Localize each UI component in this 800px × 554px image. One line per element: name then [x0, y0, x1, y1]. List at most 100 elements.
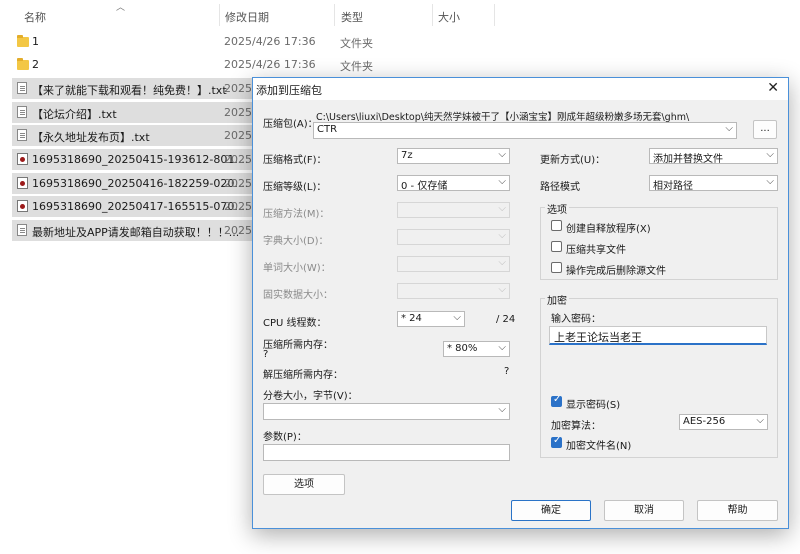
- update-mode-label: 更新方式(U)：: [540, 155, 606, 166]
- delete-after-checkbox[interactable]: [551, 262, 562, 273]
- encrypt-names-label: 加密文件名(N): [566, 441, 632, 452]
- volume-size-label: 分卷大小，字节(V)：: [263, 391, 358, 402]
- solid-size-label: 固实数据大小：: [263, 290, 333, 301]
- parameters-label: 参数(P)：: [263, 432, 307, 443]
- sort-ascending-icon: ︿: [116, 3, 126, 13]
- cpu-threads-total: / 24: [496, 314, 516, 325]
- encryption-method-value: AES-256: [683, 416, 726, 427]
- chevron-down-icon: ⌵: [498, 284, 506, 295]
- encryption-method-select[interactable]: AES-256 ⌵: [679, 414, 768, 430]
- options-button[interactable]: 选项: [263, 474, 345, 495]
- column-divider[interactable]: [432, 4, 433, 26]
- file-type: 文件夹: [340, 37, 373, 50]
- archive-name-value: CTR: [317, 124, 338, 135]
- browse-button[interactable]: ...: [753, 120, 777, 139]
- column-divider[interactable]: [494, 4, 495, 26]
- file-date: 2025/: [224, 106, 256, 119]
- memory-label: 压缩所需内存：: [263, 340, 333, 351]
- options-group-title: 选项: [545, 201, 569, 216]
- column-header-name[interactable]: 名称: [24, 9, 46, 25]
- chevron-down-icon: ⌵: [498, 257, 506, 268]
- ok-button[interactable]: 确定: [511, 500, 591, 521]
- archive-name-combo[interactable]: CTR ⌵: [313, 122, 737, 139]
- show-password-checkbox[interactable]: [551, 394, 562, 407]
- column-header-type[interactable]: 类型: [341, 9, 363, 25]
- dictionary-label: 字典大小(D)：: [263, 236, 329, 247]
- file-name: 1695318690_20250417-165515-070....: [32, 200, 249, 213]
- cpu-threads-label: CPU 线程数：: [263, 318, 327, 329]
- column-header-date[interactable]: 修改日期: [225, 9, 269, 25]
- shared-files-label: 压缩共享文件: [566, 245, 626, 256]
- level-value: 0 - 仅存储: [401, 181, 448, 191]
- memory-value: ?: [263, 349, 269, 360]
- parameters-input[interactable]: [263, 444, 510, 461]
- text-file-icon: [17, 82, 27, 94]
- close-icon[interactable]: ✕: [767, 80, 779, 96]
- chevron-down-icon: ⌵: [498, 176, 506, 187]
- update-mode-value: 添加并替换文件: [653, 154, 723, 164]
- chevron-down-icon: ⌵: [756, 415, 764, 426]
- chevron-down-icon: ⌵: [498, 203, 506, 214]
- decompress-memory-label: 解压缩所需内存：: [263, 370, 343, 381]
- folder-icon: [17, 58, 29, 70]
- column-divider[interactable]: [334, 4, 335, 26]
- archive-path: C:\Users\liuxi\Desktop\纯天然学妹被干了【小涵宝宝】刚成年…: [316, 112, 690, 123]
- file-name: 1695318690_20250415-193612-801....: [32, 153, 249, 166]
- text-file-icon: [17, 129, 27, 141]
- file-name: 【论坛介绍】.txt: [32, 108, 117, 121]
- path-mode-select[interactable]: 相对路径 ⌵: [649, 175, 778, 191]
- file-date: 2025/4/26 17:36: [224, 35, 316, 48]
- memory-percent-select[interactable]: * 80% ⌵: [443, 341, 510, 357]
- word-size-select[interactable]: ⌵: [397, 256, 510, 272]
- file-type: 文件夹: [340, 60, 373, 73]
- chevron-down-icon: ⌵: [498, 230, 506, 241]
- file-name: 2: [32, 58, 39, 71]
- solid-size-select[interactable]: ⌵: [397, 283, 510, 299]
- add-to-archive-dialog: 添加到压缩包 ✕ 压缩包(A)： C:\Users\liuxi\Desktop\…: [252, 77, 789, 529]
- format-label: 压缩格式(F)：: [263, 155, 327, 166]
- column-divider[interactable]: [219, 4, 220, 26]
- file-date: 2025/: [224, 153, 256, 166]
- video-file-icon: [17, 153, 28, 165]
- update-mode-select[interactable]: 添加并替换文件 ⌵: [649, 148, 778, 164]
- archive-label: 压缩包(A)：: [263, 119, 318, 130]
- chevron-down-icon: ⌵: [766, 149, 774, 160]
- memory-percent-value: * 80%: [447, 343, 478, 354]
- chevron-down-icon: ⌵: [766, 176, 774, 187]
- file-date: 2025/: [224, 82, 256, 95]
- video-file-icon: [17, 200, 28, 212]
- method-select[interactable]: ⌵: [397, 202, 510, 218]
- delete-after-label: 操作完成后删除源文件: [566, 266, 666, 277]
- file-date: 2025/: [224, 177, 256, 190]
- cancel-button[interactable]: 取消: [604, 500, 684, 521]
- video-file-icon: [17, 177, 28, 189]
- file-date: 2025/: [224, 200, 256, 213]
- volume-size-combo[interactable]: ⌵: [263, 403, 510, 420]
- level-select[interactable]: 0 - 仅存储 ⌵: [397, 175, 510, 191]
- sfx-checkbox[interactable]: [551, 220, 562, 231]
- path-mode-label: 路径模式: [540, 182, 580, 193]
- file-name: 最新地址及APP请发邮箱自动获取！！！...: [32, 226, 240, 239]
- shared-files-checkbox[interactable]: [551, 241, 562, 252]
- file-row[interactable]: 1 2025/4/26 17:36 文件夹: [12, 31, 502, 52]
- column-header-size[interactable]: 大小: [438, 9, 460, 25]
- file-row[interactable]: 2 2025/4/26 17:36 文件夹: [12, 54, 502, 75]
- format-select[interactable]: 7z ⌵: [397, 148, 510, 164]
- password-label: 输入密码：: [551, 314, 601, 325]
- text-file-icon: [17, 224, 27, 236]
- chevron-down-icon: ⌵: [725, 123, 733, 134]
- path-mode-value: 相对路径: [653, 181, 693, 191]
- help-button[interactable]: 帮助: [697, 500, 778, 521]
- encrypt-names-checkbox[interactable]: [551, 435, 562, 448]
- cpu-threads-select[interactable]: * 24 ⌵: [397, 311, 465, 327]
- dialog-titlebar[interactable]: 添加到压缩包 ✕: [253, 78, 788, 100]
- file-date: 2025/4/26 17:36: [224, 58, 316, 71]
- password-input[interactable]: 上老王论坛当老王: [549, 326, 767, 345]
- dictionary-select[interactable]: ⌵: [397, 229, 510, 245]
- column-headers: ︿ 名称 修改日期 类型 大小: [0, 0, 800, 30]
- chevron-down-icon: ⌵: [498, 342, 506, 353]
- file-name: 【永久地址发布页】.txt: [32, 131, 150, 144]
- format-value: 7z: [401, 150, 413, 161]
- level-label: 压缩等级(L)：: [263, 182, 327, 193]
- file-name: 1: [32, 35, 39, 48]
